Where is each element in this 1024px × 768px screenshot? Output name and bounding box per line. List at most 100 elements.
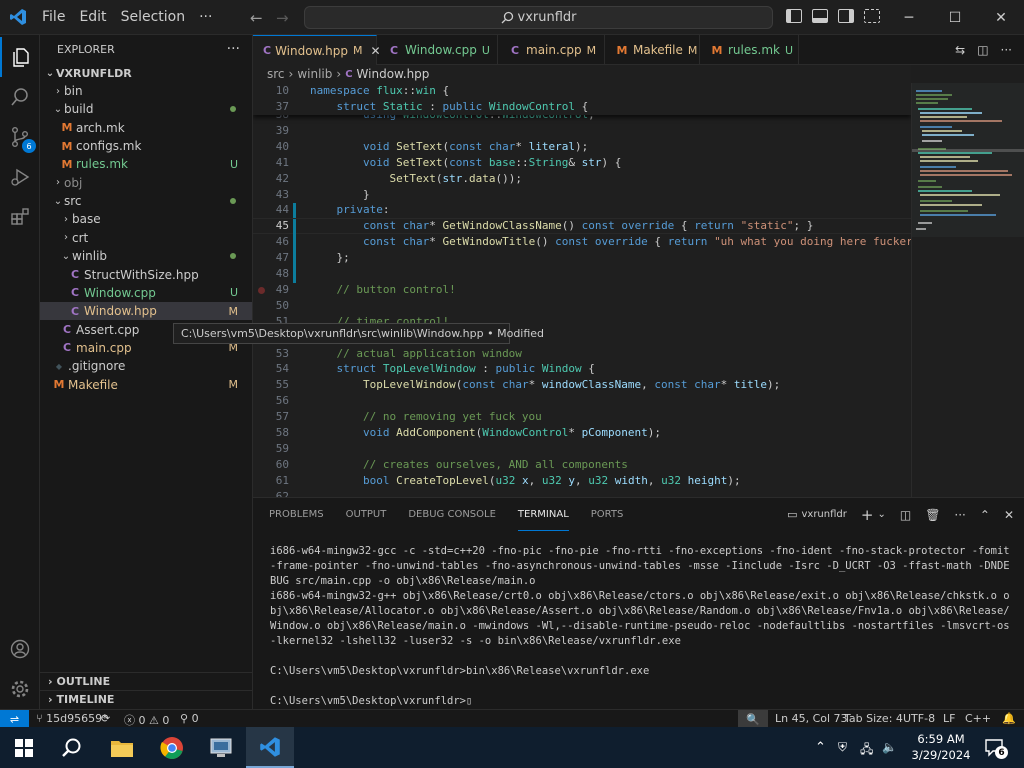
line-ending[interactable]: LF bbox=[943, 712, 955, 725]
file-item[interactable]: M Makefile M bbox=[40, 376, 252, 394]
code-line[interactable]: void SetText(const base::String& str) { bbox=[310, 156, 621, 169]
sticky-code-line[interactable]: namespace flux::win { bbox=[310, 84, 449, 97]
editor-tab[interactable]: Mrules.mk U bbox=[700, 35, 799, 65]
toggle-panel-icon[interactable] bbox=[812, 9, 828, 23]
code-line[interactable]: void AddComponent(WindowControl* pCompon… bbox=[310, 426, 661, 439]
code-line[interactable]: const char* GetWindowClassName() const o… bbox=[310, 219, 813, 232]
trash-icon[interactable]: 🗑 bbox=[925, 508, 940, 522]
accounts-icon[interactable] bbox=[0, 629, 40, 669]
back-arrow-icon[interactable]: ← bbox=[250, 9, 263, 27]
code-line[interactable]: }; bbox=[310, 251, 349, 264]
code-line[interactable]: TopLevelWindow(const char* windowClassNa… bbox=[310, 378, 780, 391]
file-item[interactable]: ◆ .gitignore bbox=[40, 357, 252, 375]
close-panel-icon[interactable]: ✕ bbox=[1004, 508, 1014, 522]
timeline-section[interactable]: › TIMELINE bbox=[40, 690, 252, 708]
compare-changes-icon[interactable]: ⇆ bbox=[955, 43, 965, 57]
file-item[interactable]: C Window.cpp U bbox=[40, 284, 252, 302]
security-icon[interactable]: ⛨ bbox=[838, 740, 847, 755]
panel-tab-output[interactable]: OUTPUT bbox=[346, 498, 387, 531]
code-line[interactable]: // no removing yet fuck you bbox=[310, 410, 542, 423]
problems-status[interactable]: ⓧ 0 ⚠ 0 bbox=[124, 712, 169, 728]
close-icon[interactable]: ✕ bbox=[978, 0, 1024, 35]
chevron-down-icon[interactable]: ⌄ bbox=[877, 509, 885, 520]
split-terminal-icon[interactable]: ◫ bbox=[900, 508, 911, 522]
vscode-taskbar-icon[interactable] bbox=[246, 727, 294, 768]
cursor-position[interactable]: Ln 45, Col 73 bbox=[775, 712, 848, 725]
command-center-search[interactable]: vxrunfldr bbox=[304, 6, 773, 29]
code-line[interactable]: } bbox=[310, 188, 370, 201]
workspace-root[interactable]: ⌄ VXRUNFLDR bbox=[40, 64, 252, 82]
more-actions-icon[interactable]: ··· bbox=[227, 41, 240, 57]
file-item[interactable]: C StructWithSize.hpp bbox=[40, 266, 252, 284]
menu-selection[interactable]: Selection bbox=[114, 9, 193, 25]
panel-tab-problems[interactable]: PROBLEMS bbox=[269, 498, 324, 531]
branch-status[interactable]: ⑂ 15d95659* bbox=[36, 712, 108, 725]
minimize-icon[interactable]: ─ bbox=[886, 0, 932, 35]
editor-tab[interactable]: C Window.cpp U bbox=[377, 35, 498, 65]
sticky-code-line[interactable]: struct Static : public WindowControl { bbox=[310, 100, 589, 113]
code-line[interactable]: // button control! bbox=[310, 283, 456, 296]
sync-icon[interactable]: ⟳ bbox=[101, 712, 110, 725]
code-line[interactable]: // creates ourselves, AND all components bbox=[310, 458, 628, 471]
editor-tab[interactable]: C Window.hpp M ✕ bbox=[253, 35, 381, 65]
notifications-icon[interactable]: 🔔 bbox=[1002, 712, 1016, 725]
remote-icon[interactable]: ⇌ bbox=[0, 710, 29, 728]
code-line[interactable]: void SetText(const char* literal); bbox=[310, 140, 588, 153]
outline-section[interactable]: › OUTLINE bbox=[40, 672, 252, 690]
maximize-icon[interactable]: ☐ bbox=[932, 0, 978, 35]
chrome-icon[interactable] bbox=[148, 727, 196, 768]
zoom-icon[interactable]: 🔍 bbox=[738, 710, 768, 728]
panel-tab-debug-console[interactable]: DEBUG CONSOLE bbox=[408, 498, 496, 531]
chevron-up-icon[interactable]: ⌃ bbox=[815, 740, 826, 755]
forward-arrow-icon[interactable]: → bbox=[276, 9, 289, 27]
file-item[interactable]: Mrules.mk U bbox=[40, 155, 252, 173]
file-item[interactable]: March.mk bbox=[40, 119, 252, 137]
more-actions-icon[interactable]: ··· bbox=[1001, 43, 1012, 57]
add-terminal-icon[interactable]: + bbox=[861, 506, 874, 524]
terminal-instance[interactable]: ▭ vxrunfldr bbox=[787, 508, 847, 521]
folder-item[interactable]: › base bbox=[40, 210, 252, 228]
editor-tab[interactable]: M Makefile M bbox=[605, 35, 700, 65]
split-editor-icon[interactable]: ◫ bbox=[977, 43, 988, 57]
file-item[interactable]: Mconfigs.mk bbox=[40, 137, 252, 155]
breadcrumb-src[interactable]: src bbox=[267, 67, 285, 81]
menu-file[interactable]: File bbox=[35, 9, 72, 25]
panel-tab-ports[interactable]: PORTS bbox=[591, 498, 624, 531]
panel-tab-terminal[interactable]: TERMINAL bbox=[517, 498, 569, 531]
code-line[interactable]: const char* GetWindowTitle() const overr… bbox=[310, 235, 911, 248]
code-line[interactable]: private: bbox=[310, 203, 390, 216]
folder-item[interactable]: › bin bbox=[40, 82, 252, 100]
notifications-center-icon[interactable]: 6 bbox=[984, 737, 1008, 759]
customize-layout-icon[interactable] bbox=[864, 9, 880, 23]
code-editor[interactable]: 10 namespace flux::win {37 struct Static … bbox=[253, 83, 911, 497]
ports-status[interactable]: ⚲ 0 bbox=[180, 712, 199, 725]
code-line[interactable]: struct TopLevelWindow : public Window { bbox=[310, 362, 595, 375]
language-mode[interactable]: C++ bbox=[965, 712, 991, 725]
editor-tab[interactable]: Cmain.cpp M bbox=[498, 35, 605, 65]
menu-edit[interactable]: Edit bbox=[72, 9, 113, 25]
network-icon[interactable]: 🖧 bbox=[860, 740, 873, 761]
more-actions-icon[interactable]: ··· bbox=[954, 508, 965, 522]
explorer-icon[interactable] bbox=[0, 37, 40, 77]
code-line[interactable]: SetText(str.data()); bbox=[310, 172, 521, 185]
run-debug-icon[interactable] bbox=[0, 157, 40, 197]
toggle-secondary-sidebar-icon[interactable] bbox=[838, 9, 854, 23]
search-icon[interactable] bbox=[48, 727, 96, 768]
maximize-panel-icon[interactable]: ⌃ bbox=[980, 508, 990, 522]
windows-start-icon[interactable] bbox=[0, 727, 48, 768]
folder-item[interactable]: ⌄ src bbox=[40, 192, 252, 210]
folder-item[interactable]: › obj bbox=[40, 174, 252, 192]
toggle-sidebar-icon[interactable] bbox=[786, 9, 802, 23]
minimap[interactable] bbox=[911, 83, 1024, 497]
code-line[interactable]: bool CreateTopLevel(u32 x, u32 y, u32 wi… bbox=[310, 474, 741, 487]
encoding[interactable]: UTF-8 bbox=[903, 712, 935, 725]
extensions-icon[interactable] bbox=[0, 197, 40, 237]
file-explorer-icon[interactable] bbox=[98, 727, 146, 768]
folder-item[interactable]: › crt bbox=[40, 229, 252, 247]
breadcrumb-file[interactable]: Window.hpp bbox=[357, 67, 430, 81]
control-panel-icon[interactable] bbox=[197, 727, 245, 768]
search-icon[interactable] bbox=[0, 77, 40, 117]
gear-icon[interactable] bbox=[0, 669, 40, 709]
clock[interactable]: 6:59 AM 3/29/2024 bbox=[905, 731, 977, 763]
file-item[interactable]: C Window.hpp M bbox=[40, 302, 252, 321]
